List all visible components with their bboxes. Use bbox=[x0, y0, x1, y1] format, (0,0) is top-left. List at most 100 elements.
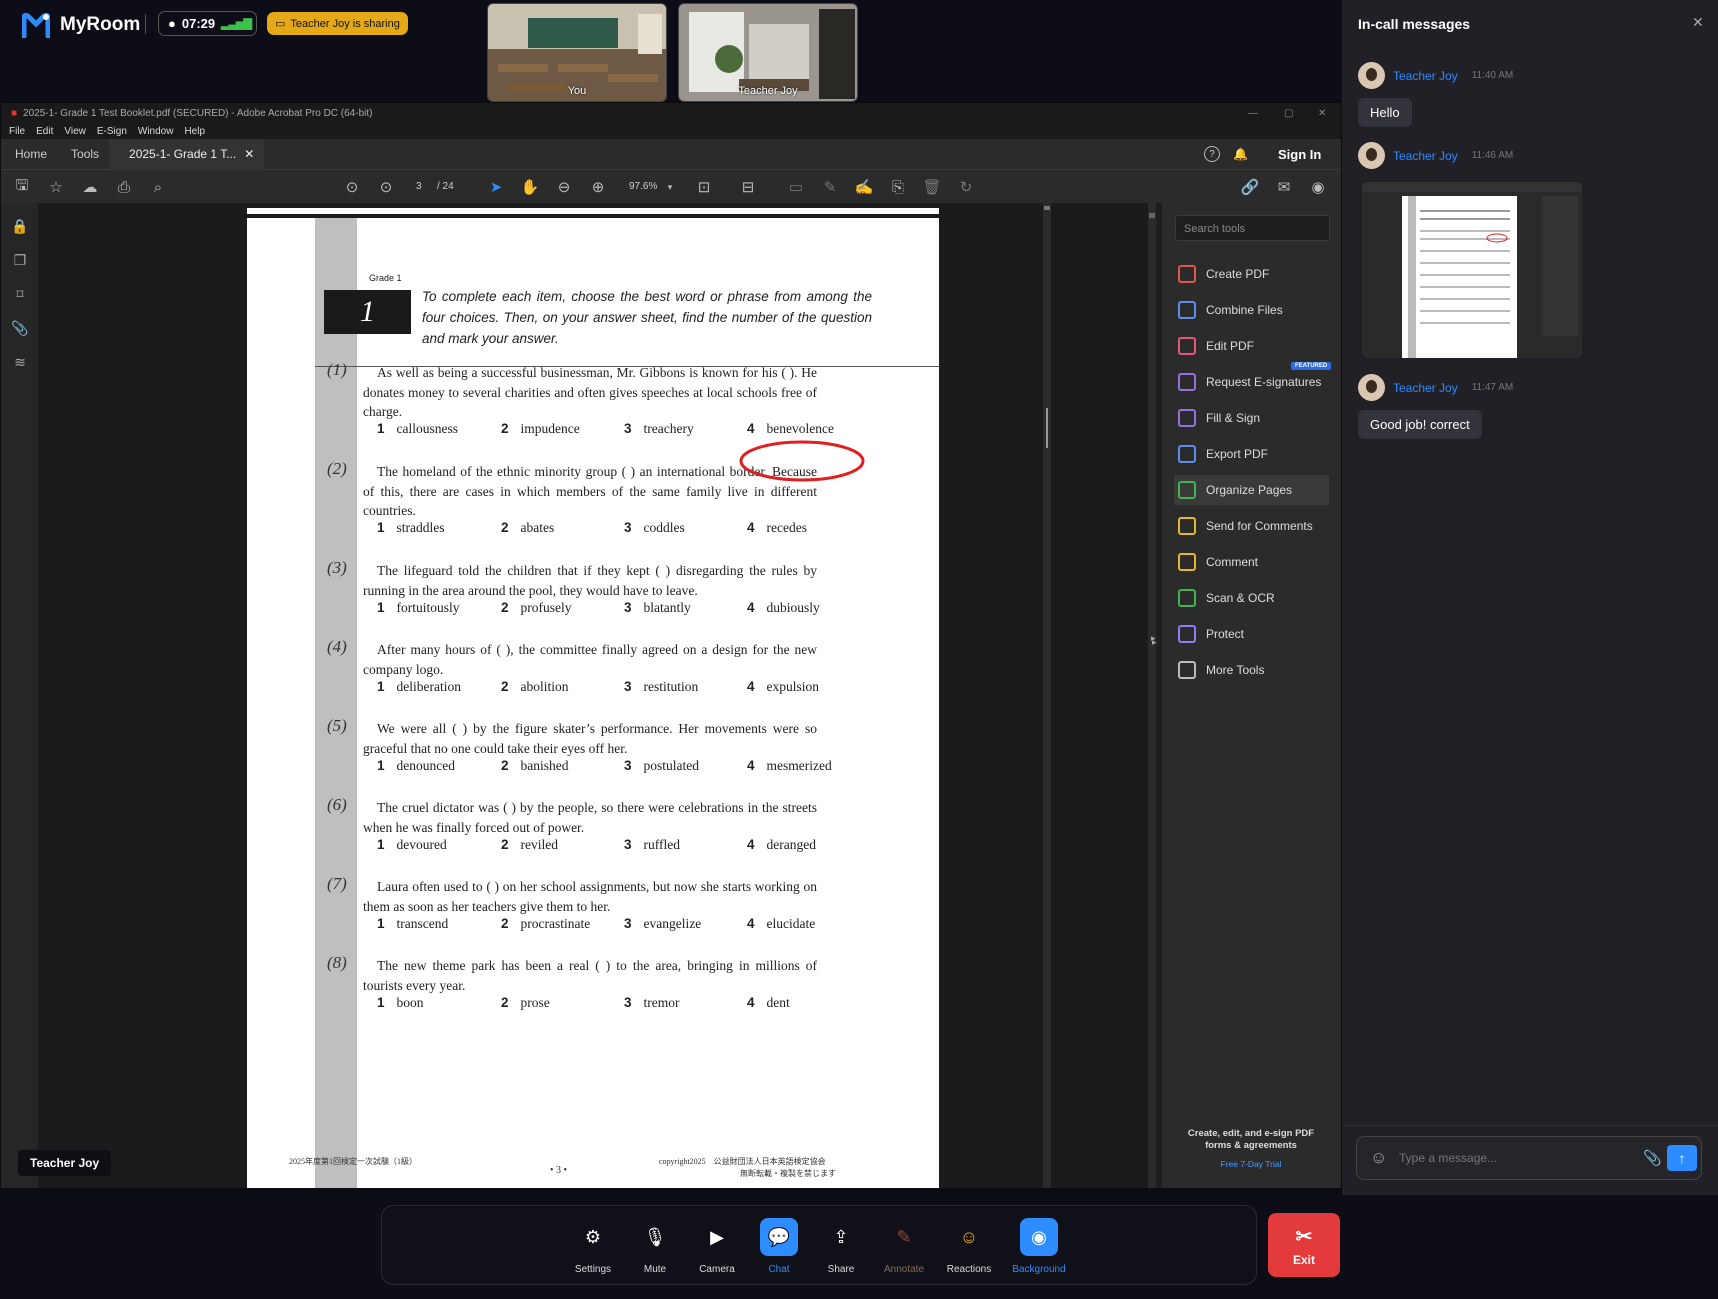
zoom-out-icon[interactable]: ⊖ bbox=[555, 178, 573, 196]
rotate-icon[interactable]: ↻ bbox=[957, 178, 975, 196]
tab-home[interactable]: Home bbox=[1, 147, 61, 161]
doc-scrollbar[interactable] bbox=[1043, 203, 1051, 1188]
choice-number: 4 bbox=[747, 758, 755, 773]
account-icon[interactable]: ◉ bbox=[1309, 178, 1327, 196]
tool-item[interactable]: Organize Pages bbox=[1174, 475, 1329, 505]
answer-choice: 2 profusely bbox=[501, 600, 572, 616]
expand-panel-icon[interactable]: ▸ bbox=[1151, 633, 1156, 644]
tool-item[interactable]: Scan & OCR bbox=[1178, 583, 1328, 613]
comment-icon[interactable]: ▭ bbox=[787, 178, 805, 196]
close-icon[interactable]: ✕ bbox=[1318, 108, 1326, 119]
control-background-button[interactable]: ◉ Background bbox=[1010, 1218, 1068, 1275]
answer-choice: 3 restitution bbox=[624, 679, 698, 695]
menu-view[interactable]: View bbox=[64, 126, 86, 137]
zoom-in-icon[interactable]: ⊕ bbox=[589, 178, 607, 196]
tab-document[interactable]: 2025-1- Grade 1 T... ✕ bbox=[109, 139, 265, 169]
exit-button[interactable]: ✂ Exit bbox=[1268, 1213, 1340, 1277]
message-header: Teacher Joy 11:46 AM bbox=[1358, 142, 1513, 169]
menu-esign[interactable]: E-Sign bbox=[97, 126, 127, 137]
page-down-icon[interactable]: ⊙ bbox=[377, 178, 395, 196]
edit-pdf-icon bbox=[1178, 337, 1196, 355]
answer-choice: 2 reviled bbox=[501, 837, 558, 853]
menu-edit[interactable]: Edit bbox=[36, 126, 53, 137]
doc-scroll-position[interactable] bbox=[1046, 408, 1048, 448]
tool-item[interactable]: Edit PDF bbox=[1178, 331, 1328, 361]
sign-icon[interactable]: ✍ bbox=[855, 178, 874, 196]
select-cursor-icon[interactable]: ➤ bbox=[487, 178, 505, 196]
choice-word: tremor bbox=[643, 995, 680, 1010]
question-number: (4) bbox=[327, 637, 347, 656]
attachment-icon[interactable]: 📎 bbox=[11, 319, 29, 337]
tab-close-icon[interactable]: ✕ bbox=[244, 147, 254, 161]
save-icon[interactable]: 🖫 bbox=[13, 177, 31, 196]
tool-item[interactable]: Fill & Sign bbox=[1178, 403, 1328, 433]
minimize-icon[interactable]: — bbox=[1248, 108, 1258, 119]
search-tools-input[interactable]: Search tools bbox=[1175, 215, 1330, 241]
page-number-field[interactable]: 3 bbox=[416, 181, 422, 192]
scrollbar[interactable] bbox=[1148, 203, 1156, 1188]
zoom-level[interactable]: 97.6% bbox=[629, 181, 657, 192]
layers-icon[interactable]: ≋ bbox=[11, 353, 29, 371]
scroll-thumb[interactable] bbox=[1149, 213, 1155, 218]
control-reactions-button[interactable]: ☺ Reactions bbox=[940, 1218, 998, 1276]
print-icon[interactable]: ⎙ bbox=[115, 178, 133, 196]
pen-icon[interactable]: ✎ bbox=[821, 178, 839, 196]
control-annotate-button[interactable]: ✎ Annotate bbox=[875, 1218, 933, 1276]
sharing-badge[interactable]: ▭ Teacher Joy is sharing bbox=[267, 12, 408, 35]
control-mute-button[interactable]: 🎙 Mute bbox=[626, 1218, 684, 1276]
edit-icon[interactable]: ⎘ bbox=[889, 178, 907, 196]
mail-icon[interactable]: ✉ bbox=[1275, 178, 1293, 196]
tab-bar: Home Tools 2025-1- Grade 1 T... ✕ ? 🔔 Si… bbox=[1, 139, 1341, 169]
control-label: Background bbox=[1012, 1264, 1066, 1275]
menu-window[interactable]: Window bbox=[138, 126, 174, 137]
sign-in-button[interactable]: Sign In bbox=[1278, 147, 1321, 162]
help-icon[interactable]: ? bbox=[1204, 146, 1220, 162]
message-input[interactable]: Type a message... bbox=[1399, 1151, 1497, 1165]
choice-word: expulsion bbox=[766, 679, 820, 694]
free-trial-link[interactable]: Free 7-Day Trial bbox=[1162, 1158, 1340, 1170]
doc-scroll-thumb[interactable] bbox=[1044, 206, 1050, 210]
screenshot-attachment[interactable] bbox=[1362, 182, 1582, 358]
control-chat-button[interactable]: 💬 Chat bbox=[750, 1218, 808, 1275]
link-icon[interactable]: 🔗 bbox=[1241, 178, 1260, 196]
maximize-icon[interactable]: ▢ bbox=[1284, 108, 1293, 119]
answer-choice: 3 blatantly bbox=[624, 600, 691, 616]
tool-item[interactable]: Combine Files bbox=[1178, 295, 1328, 325]
tab-tools[interactable]: Tools bbox=[61, 147, 109, 161]
emoji-icon[interactable]: ☺ bbox=[1370, 1148, 1387, 1168]
tool-item[interactable]: Protect bbox=[1178, 619, 1328, 649]
tool-item[interactable]: Send for Comments bbox=[1178, 511, 1328, 541]
tool-item[interactable]: More Tools bbox=[1178, 655, 1328, 685]
video-tile-you[interactable]: You bbox=[487, 3, 667, 102]
page-up-icon[interactable]: ⊙ bbox=[343, 178, 361, 196]
pages-icon[interactable]: ❐ bbox=[11, 251, 29, 269]
lock-icon[interactable]: 🔒 bbox=[11, 217, 29, 235]
fit-page-icon[interactable]: ⊡ bbox=[695, 178, 713, 196]
menu-file[interactable]: File bbox=[9, 126, 25, 137]
measure-icon[interactable]: ⊟ bbox=[739, 178, 757, 196]
tool-item[interactable]: Comment bbox=[1178, 547, 1328, 577]
delete-icon[interactable]: 🗑 bbox=[922, 178, 941, 196]
tool-item[interactable]: Request E-signatures FEATURED bbox=[1178, 362, 1332, 397]
menu-help[interactable]: Help bbox=[184, 126, 205, 137]
sharing-text: Teacher Joy is sharing bbox=[290, 17, 400, 30]
zoom-search-icon[interactable]: ⌕ bbox=[149, 178, 167, 196]
tool-item[interactable]: Create PDF bbox=[1178, 259, 1328, 289]
bell-icon[interactable]: 🔔 bbox=[1233, 147, 1248, 161]
upload-cloud-icon[interactable]: ☁ bbox=[81, 178, 99, 196]
zoom-dropdown-icon[interactable]: ▾ bbox=[661, 178, 679, 196]
tool-item[interactable]: Export PDF bbox=[1178, 439, 1328, 469]
choice-number: 3 bbox=[624, 600, 632, 615]
video-tile-teacher[interactable]: Teacher Joy bbox=[678, 3, 858, 102]
attach-icon[interactable]: 📎 bbox=[1643, 1149, 1662, 1167]
control-share-button[interactable]: ⇪ Share bbox=[812, 1218, 870, 1276]
star-icon[interactable]: ☆ bbox=[47, 178, 65, 196]
choice-number: 1 bbox=[377, 837, 385, 852]
send-button[interactable]: ↑ bbox=[1667, 1145, 1697, 1171]
chat-close-icon[interactable]: ✕ bbox=[1692, 14, 1704, 31]
bookmark-icon[interactable]: ⌑ bbox=[11, 285, 29, 303]
message-bubble: Hello bbox=[1358, 98, 1412, 127]
control-settings-button[interactable]: ⚙ Settings bbox=[564, 1218, 622, 1276]
control-camera-button[interactable]: ▶ Camera bbox=[688, 1218, 746, 1276]
hand-icon[interactable]: ✋ bbox=[521, 178, 540, 196]
